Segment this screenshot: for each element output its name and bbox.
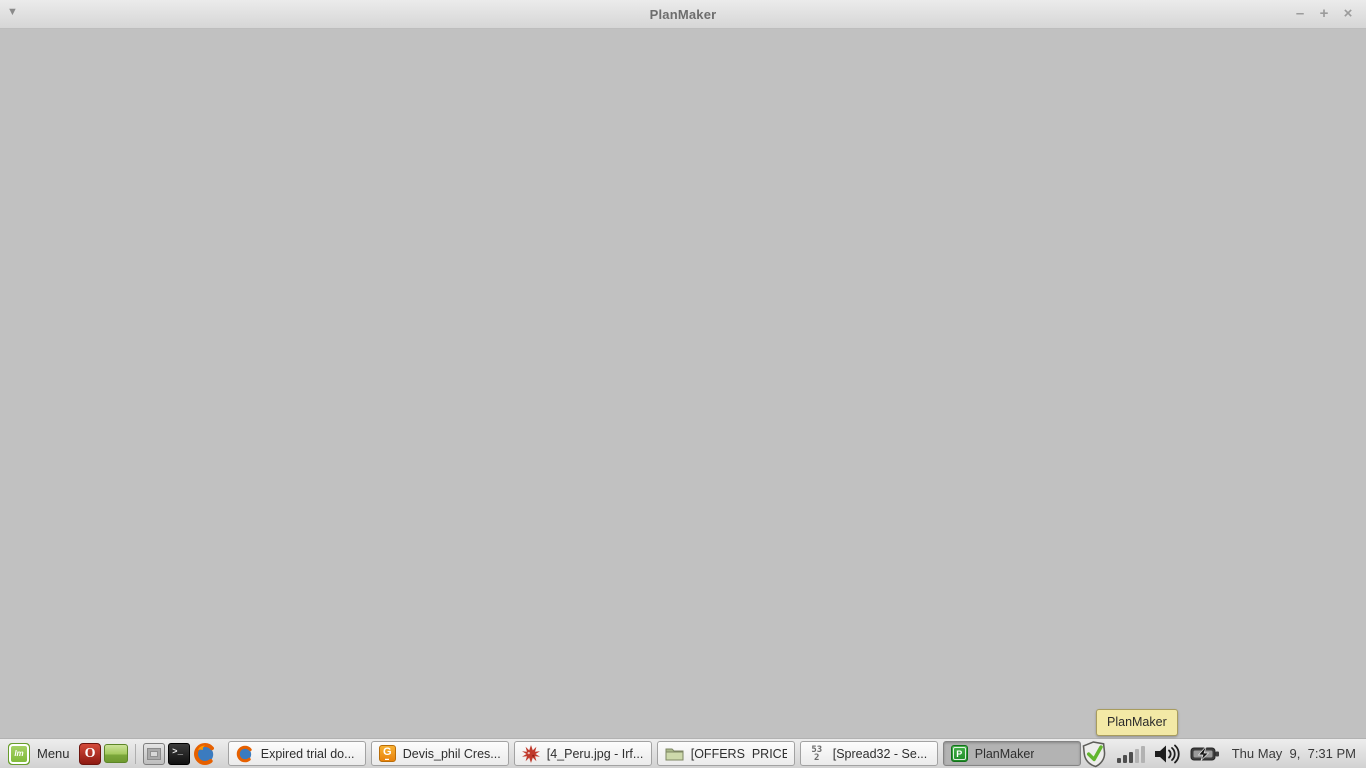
window-content	[0, 29, 1366, 738]
menu-label: Menu	[37, 746, 70, 761]
folder-icon	[665, 746, 684, 761]
planmaker-window: ▼ PlanMaker – + ×	[0, 0, 1366, 738]
terminal-icon: >_	[168, 742, 191, 765]
window-button-label: [OFFERS PRICES]	[690, 746, 787, 761]
opera-launcher[interactable]: O	[79, 740, 102, 768]
taskbar-separator	[134, 743, 136, 764]
taskbar-window-peru-jpg[interactable]: [4_Peru.jpg - Irf...	[513, 741, 652, 766]
window-title: PlanMaker	[649, 6, 717, 22]
terminal-launcher[interactable]: >_	[168, 740, 191, 768]
titlebar[interactable]: ▼ PlanMaker – + ×	[0, 0, 1366, 29]
firefox-launcher[interactable]	[193, 740, 217, 768]
taskbar-window-offers-prices[interactable]: [OFFERS PRICES]	[656, 741, 795, 766]
maximize-button[interactable]: +	[1312, 2, 1336, 26]
taskbar-window-devis-phil[interactable]: G ▬ Devis_phil Cres...	[370, 741, 509, 766]
show-desktop-icon	[103, 744, 128, 763]
tooltip: PlanMaker	[1096, 709, 1178, 736]
firefox-icon	[193, 742, 216, 765]
computer-launcher[interactable]	[142, 740, 166, 768]
desktop-screen: ▼ PlanMaker – + × PlanMaker lm Menu O >_…	[0, 0, 1366, 768]
computer-icon	[143, 742, 166, 765]
system-tray: Thu May 9, 7:31 PM	[1081, 740, 1362, 768]
window-button-list: Expired trial do... G ▬ Devis_phil Cres.…	[227, 741, 1081, 766]
window-button-label: [4_Peru.jpg - Irf...	[546, 746, 644, 761]
firefox-icon	[236, 745, 254, 763]
taskbar: lm Menu O >_ Expired trial do... G ▬ Dev…	[0, 738, 1366, 768]
window-menu-arrow-icon[interactable]: ▼	[7, 6, 18, 18]
taskbar-window-planmaker[interactable]: P PlanMaker	[942, 741, 1081, 766]
window-button-label: [Spread32 - Se...	[832, 746, 928, 761]
battery-icon[interactable]	[1190, 745, 1220, 763]
opera-icon: O	[79, 742, 102, 765]
planmaker-icon: P	[950, 745, 968, 762]
clock[interactable]: Thu May 9, 7:31 PM	[1232, 746, 1356, 761]
window-button-label: PlanMaker	[974, 746, 1035, 761]
spread32-icon: 53 2	[811, 744, 823, 763]
volume-icon[interactable]	[1154, 744, 1181, 764]
taskbar-window-spread32[interactable]: 53 2 [Spread32 - Se...	[799, 741, 938, 766]
show-desktop-button[interactable]	[103, 740, 128, 768]
menu-button[interactable]: lm Menu	[4, 740, 78, 768]
irfanview-icon	[521, 744, 540, 763]
close-button[interactable]: ×	[1336, 2, 1360, 26]
window-button-label: Expired trial do...	[260, 746, 355, 761]
window-button-label: Devis_phil Cres...	[402, 746, 501, 761]
network-signal-icon[interactable]	[1116, 745, 1145, 763]
linux-mint-logo-icon: lm	[8, 742, 30, 765]
update-shield-check-icon[interactable]	[1079, 738, 1109, 768]
minimize-button[interactable]: –	[1288, 2, 1312, 26]
taskbar-window-expired-trial[interactable]: Expired trial do...	[227, 741, 366, 766]
g-document-icon: G ▬	[378, 745, 396, 762]
window-controls: – + ×	[1288, 0, 1360, 28]
